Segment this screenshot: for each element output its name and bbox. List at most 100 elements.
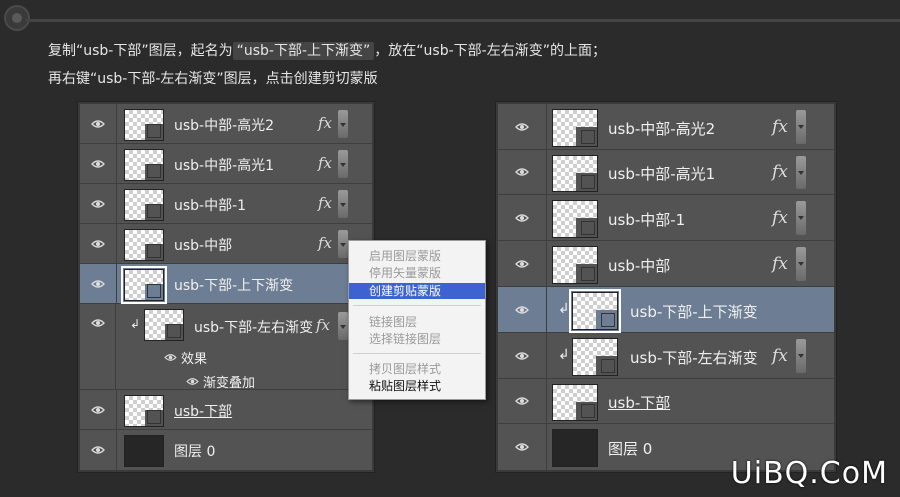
layer-row[interactable]: usb-下部 xyxy=(498,379,834,424)
layer-row-selected[interactable]: ↲ usb-下部-上下渐变 xyxy=(498,287,834,333)
visibility-eye-icon[interactable] xyxy=(498,195,547,240)
menu-separator xyxy=(353,353,481,354)
layer-name: usb-中部-1 xyxy=(608,211,686,229)
layer-row[interactable]: usb-中部-高光1 fx xyxy=(80,144,372,184)
layer-name: usb-下部 xyxy=(608,394,671,412)
visibility-eye-icon[interactable] xyxy=(80,430,117,470)
layer-thumbnail xyxy=(124,229,164,261)
effects-toggle-icon[interactable] xyxy=(338,190,348,218)
menu-item-create-clipping-mask[interactable]: 创建剪贴蒙版 xyxy=(349,283,485,299)
effects-toggle-icon[interactable] xyxy=(338,110,348,138)
layer-thumbnail xyxy=(124,189,164,221)
layer-thumbnail xyxy=(572,338,618,376)
layer-row[interactable]: usb-中部 fx xyxy=(80,224,372,264)
fx-icon[interactable]: fx xyxy=(772,254,788,274)
layer-row-selected[interactable]: usb-下部-上下渐变 xyxy=(80,264,372,304)
layer-thumbnail xyxy=(121,266,167,304)
visibility-eye-icon[interactable] xyxy=(80,304,116,389)
layer-name: usb-下部-左右渐变 xyxy=(630,349,758,367)
effects-toggle-icon[interactable] xyxy=(796,247,806,281)
visibility-eye-icon[interactable] xyxy=(80,104,117,143)
layer-row[interactable]: usb-中部-高光2 fx xyxy=(80,104,372,144)
menu-item-copy-layer-style[interactable]: 拷贝图层样式 xyxy=(349,361,485,377)
layers-panel-after: usb-中部-高光2 fx usb-中部-高光1 fx usb-中部-1 fx … xyxy=(496,102,836,472)
visibility-eye-icon[interactable] xyxy=(498,104,547,149)
effects-toggle-icon[interactable] xyxy=(796,110,806,144)
clip-arrow-icon: ↲ xyxy=(130,317,141,331)
visibility-eye-icon[interactable] xyxy=(498,424,547,470)
layer-thumbnail xyxy=(552,246,598,284)
clip-arrow-icon: ↲ xyxy=(558,347,570,363)
fx-icon[interactable]: fx xyxy=(318,194,332,212)
layer-name: usb-下部 xyxy=(174,404,233,420)
instruction-line-2: 再右键“usb-下部-左右渐变”图层，点击创建剪切蒙版 xyxy=(48,71,378,87)
instruction-text: 复制“usb-下部”图层，起名为 xyxy=(48,43,233,59)
effects-toggle-icon[interactable] xyxy=(796,201,806,235)
visibility-eye-icon[interactable] xyxy=(80,224,117,263)
layer-name: usb-下部-上下渐变 xyxy=(630,303,758,321)
instruction-highlight: “usb-下部-上下渐变” xyxy=(232,42,375,60)
visibility-eye-icon[interactable] xyxy=(498,150,547,194)
layer-name: usb-中部-高光1 xyxy=(174,158,275,174)
instruction-text: ，放在“usb-下部-左右渐变”的上面； xyxy=(374,43,606,59)
layer-row[interactable]: usb-中部-高光2 fx xyxy=(498,104,834,150)
layer-thumbnail xyxy=(144,309,184,341)
visibility-eye-icon[interactable] xyxy=(498,379,547,423)
layer-row[interactable]: usb-中部 fx xyxy=(498,241,834,287)
layer-thumbnail xyxy=(552,384,598,421)
effect-eye-icon[interactable] xyxy=(164,353,177,362)
visibility-eye-icon[interactable] xyxy=(498,333,547,378)
layer-thumbnail xyxy=(552,109,598,147)
effect-item[interactable]: 渐变叠加 xyxy=(186,372,255,391)
layer-thumbnail xyxy=(124,109,164,141)
divider-line xyxy=(26,19,900,22)
layer-thumbnail xyxy=(124,435,164,467)
layer-name: usb-中部-1 xyxy=(174,198,247,214)
fx-icon[interactable]: fx xyxy=(318,114,332,132)
watermark-logo: UiBQ.CoM xyxy=(730,456,888,491)
fx-icon[interactable]: fx xyxy=(772,117,788,137)
effects-toggle-icon[interactable] xyxy=(796,156,806,189)
visibility-eye-icon[interactable] xyxy=(80,184,117,223)
menu-item-enable-layer-mask[interactable]: 启用图层蒙版 xyxy=(349,248,485,264)
layer-thumbnail xyxy=(124,149,164,181)
visibility-eye-icon[interactable] xyxy=(498,241,547,286)
context-menu: 启用图层蒙版 停用矢量蒙版 创建剪贴蒙版 链接图层 选择链接图层 拷贝图层样式 … xyxy=(348,240,486,400)
layer-row[interactable]: ↲ usb-下部-左右渐变 fx 效果 渐变叠加 xyxy=(80,304,372,391)
fx-icon[interactable]: fx xyxy=(772,208,788,228)
layers-panel-before: usb-中部-高光2 fx usb-中部-高光1 fx usb-中部-1 fx … xyxy=(78,102,374,472)
effects-group[interactable]: 效果 xyxy=(164,348,207,367)
menu-item-paste-layer-style[interactable]: 粘贴图层样式 xyxy=(349,378,485,394)
layer-row[interactable]: usb-中部-1 fx xyxy=(80,184,372,224)
menu-item-link-layers[interactable]: 链接图层 xyxy=(349,314,485,330)
layer-row[interactable]: usb-下部 xyxy=(80,390,372,430)
layer-row[interactable]: ↲ usb-下部-左右渐变 fx xyxy=(498,333,834,379)
layer-thumbnail xyxy=(124,395,164,427)
fx-icon[interactable]: fx xyxy=(772,346,788,366)
fx-icon[interactable]: fx xyxy=(318,154,332,172)
layer-row[interactable]: usb-中部-1 fx xyxy=(498,195,834,241)
fx-icon[interactable]: fx xyxy=(318,234,332,252)
instruction-line-1: 复制“usb-下部”图层，起名为 “usb-下部-上下渐变” ，放在“usb-下部-… xyxy=(48,40,606,60)
layer-name: usb-中部 xyxy=(174,238,233,254)
effects-toggle-icon[interactable] xyxy=(338,312,348,340)
effect-eye-icon[interactable] xyxy=(186,377,199,386)
menu-separator xyxy=(353,305,481,306)
effects-toggle-icon[interactable] xyxy=(796,339,806,373)
effects-toggle-icon[interactable] xyxy=(338,150,348,178)
visibility-eye-icon[interactable] xyxy=(80,390,117,429)
visibility-eye-icon[interactable] xyxy=(80,264,117,303)
menu-item-disable-vector-mask[interactable]: 停用矢量蒙版 xyxy=(349,265,485,281)
fx-icon[interactable]: fx xyxy=(772,162,788,182)
menu-item-select-linked-layers[interactable]: 选择链接图层 xyxy=(349,331,485,347)
layer-name: 图层 0 xyxy=(608,440,653,458)
layer-thumbnail xyxy=(569,289,621,333)
layer-row[interactable]: 图层 0 xyxy=(80,430,372,470)
layer-thumbnail xyxy=(552,200,598,238)
fx-icon[interactable]: fx xyxy=(316,316,330,334)
top-divider xyxy=(0,0,900,36)
visibility-eye-icon[interactable] xyxy=(80,144,117,183)
visibility-eye-icon[interactable] xyxy=(498,287,547,332)
layer-row[interactable]: usb-中部-高光1 fx xyxy=(498,150,834,195)
effects-toggle-icon[interactable] xyxy=(338,230,348,258)
